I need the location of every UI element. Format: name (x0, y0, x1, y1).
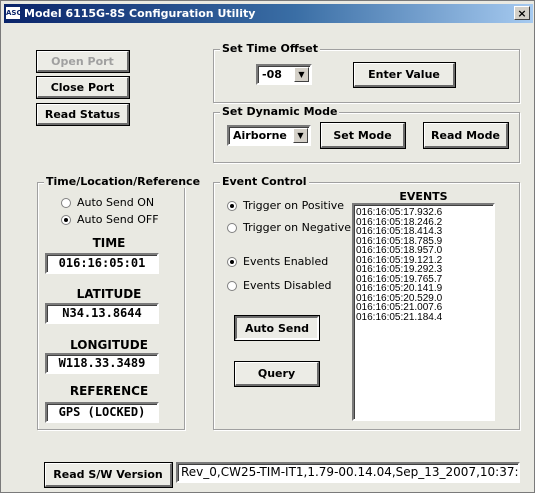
time-value-field: 016:16:05:01 (45, 253, 159, 274)
radio-button-selected-icon (61, 214, 71, 225)
events-disabled-radio[interactable]: Events Disabled (227, 279, 332, 292)
time-offset-value: -08 (262, 68, 282, 81)
auto-send-off-label: Auto Send OFF (77, 213, 159, 226)
dynamic-mode-select[interactable]: Airborne ▼ (227, 125, 311, 146)
events-list[interactable]: 016:16:05:17.932.6 016:16:05:18.246.2 016:… (352, 203, 495, 421)
radio-button-selected-icon (227, 200, 237, 211)
longitude-label: LONGITUDE (70, 338, 148, 352)
radio-button-selected-icon (227, 256, 237, 267)
latitude-value-field: N34.13.8644 (45, 303, 159, 324)
trigger-negative-radio[interactable]: Trigger on Negative (227, 221, 351, 234)
read-status-button[interactable]: Read Status (37, 104, 129, 125)
title-bar[interactable]: ASC Model 6115G-8S Configuration Utility… (4, 4, 533, 23)
event-list-item[interactable]: 016:16:05:21.184.4 (356, 312, 491, 323)
auto-send-on-label: Auto Send ON (77, 196, 155, 209)
events-disabled-label: Events Disabled (243, 279, 332, 292)
chevron-down-icon[interactable]: ▼ (293, 128, 308, 143)
events-header: EVENTS (399, 190, 448, 203)
auto-send-on-radio[interactable]: Auto Send ON (61, 196, 154, 209)
app-logo-icon: ASC (6, 7, 22, 19)
reference-label: REFERENCE (69, 384, 149, 398)
event-control-legend: Event Control (220, 175, 309, 188)
time-offset-select[interactable]: -08 ▼ (256, 64, 312, 85)
longitude-value-field: W118.33.3489 (45, 353, 159, 374)
auto-send-off-radio[interactable]: Auto Send OFF (61, 213, 159, 226)
open-port-button[interactable]: Open Port (37, 51, 129, 72)
app-window: ASC Model 6115G-8S Configuration Utility… (0, 0, 535, 493)
dynamic-mode-value: Airborne (233, 129, 287, 142)
sw-version-field: Rev_0,CW25-TIM-IT1,1.79-00.14.04,Sep_13_… (176, 462, 520, 483)
close-port-button[interactable]: Close Port (37, 77, 129, 98)
trigger-positive-radio[interactable]: Trigger on Positive (227, 199, 344, 212)
read-sw-version-button[interactable]: Read S/W Version (45, 463, 172, 487)
radio-button-icon (61, 197, 71, 208)
time-label: TIME (92, 236, 126, 250)
chevron-down-icon[interactable]: ▼ (294, 67, 309, 82)
close-button[interactable]: × (514, 6, 530, 20)
window-title: Model 6115G-8S Configuration Utility (24, 7, 256, 20)
query-button[interactable]: Query (235, 362, 319, 386)
radio-button-icon (227, 280, 237, 291)
dynamic-mode-legend: Set Dynamic Mode (220, 105, 340, 118)
events-enabled-radio[interactable]: Events Enabled (227, 255, 328, 268)
reference-value-field: GPS (LOCKED) (45, 402, 159, 423)
enter-value-button[interactable]: Enter Value (354, 63, 455, 87)
set-mode-button[interactable]: Set Mode (321, 123, 405, 148)
events-enabled-label: Events Enabled (243, 255, 329, 268)
reference-legend: Time/Location/Reference (44, 175, 203, 188)
time-offset-legend: Set Time Offset (220, 42, 321, 55)
trigger-negative-label: Trigger on Negative (243, 221, 351, 234)
latitude-label: LATITUDE (76, 287, 142, 301)
read-mode-button[interactable]: Read Mode (424, 123, 508, 148)
radio-button-icon (227, 222, 237, 233)
trigger-positive-label: Trigger on Positive (243, 199, 345, 212)
auto-send-button[interactable]: Auto Send (235, 316, 319, 340)
